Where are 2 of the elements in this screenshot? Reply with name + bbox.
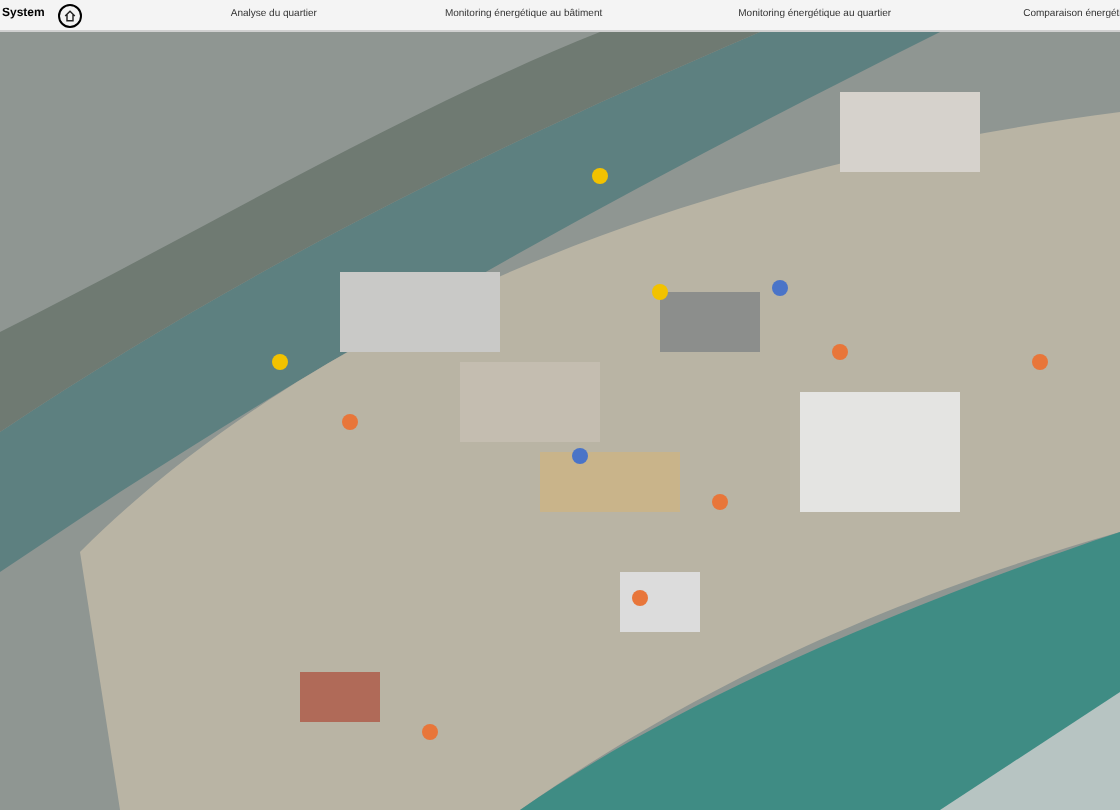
home-button[interactable] [58,3,83,27]
home-icon [64,9,77,21]
